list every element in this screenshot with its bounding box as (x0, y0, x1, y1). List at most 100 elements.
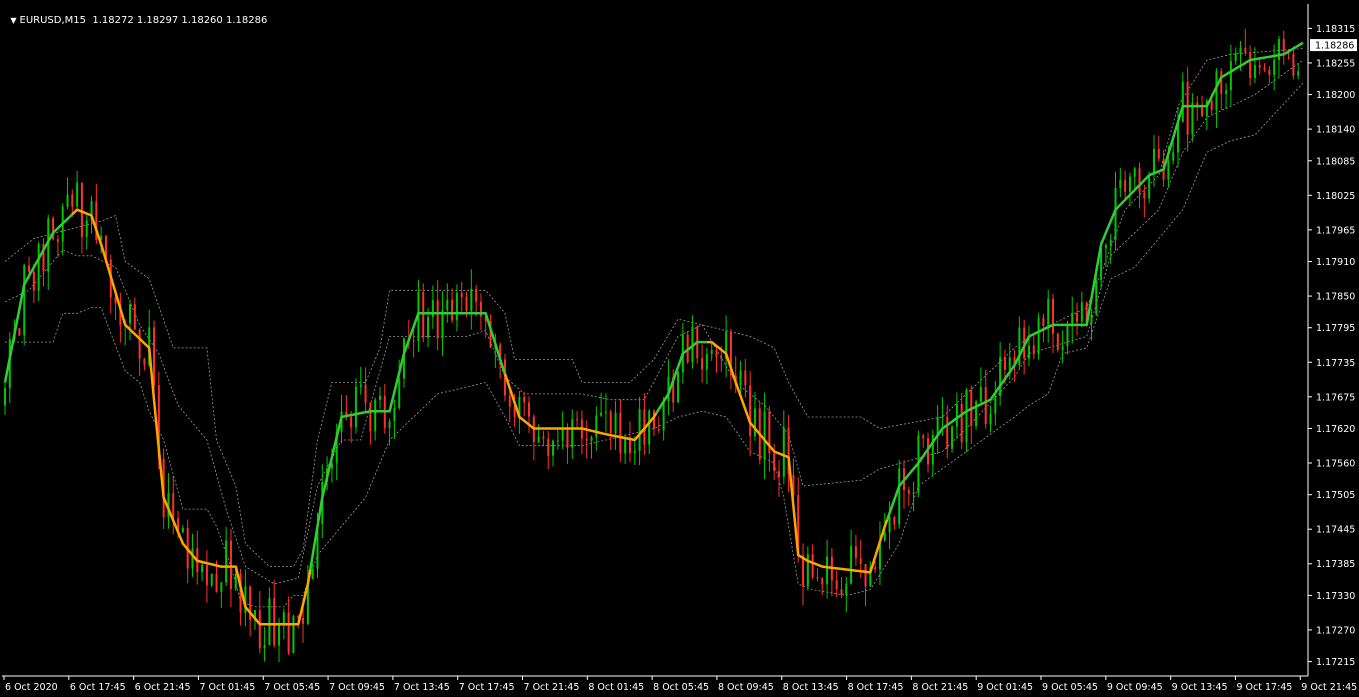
candle-body (1080, 302, 1083, 322)
y-tick-label: 1.17910 (1316, 257, 1355, 268)
candle-body (912, 492, 915, 494)
candle-body (1210, 100, 1213, 110)
candle-body (1157, 148, 1160, 159)
x-tick-label: 6 Oct 2020 (5, 682, 58, 693)
candle-body (378, 395, 381, 400)
candle-body (1249, 52, 1252, 78)
candle-body (1143, 192, 1146, 199)
candle-body (220, 582, 223, 592)
candle-body (898, 468, 901, 525)
candle-body (369, 402, 372, 432)
candle-body (364, 384, 367, 403)
candle-body (840, 589, 843, 595)
candle-body (1128, 176, 1131, 192)
candle-body (984, 387, 987, 425)
candle-body (32, 271, 35, 291)
candle-body (739, 370, 742, 386)
candle-body (225, 540, 228, 583)
candle-body (1263, 67, 1266, 70)
x-tick-label: 8 Oct 01:45 (588, 682, 644, 693)
candle-body (229, 540, 232, 589)
candle-body (37, 244, 40, 291)
candle-body (292, 615, 295, 653)
candle-body (955, 404, 958, 427)
candle-body (595, 415, 598, 438)
x-tick-label: 7 Oct 01:45 (199, 682, 255, 693)
candle-body (1109, 239, 1112, 245)
candle-body (585, 438, 588, 441)
candle-body (749, 385, 752, 437)
candle-body (576, 419, 579, 421)
candle-body (66, 194, 69, 207)
candle-body (845, 583, 848, 595)
candle-body (1052, 298, 1055, 334)
candle-body (1124, 179, 1127, 192)
y-tick-label: 1.17965 (1316, 225, 1355, 236)
candle-body (1042, 317, 1045, 327)
y-tick-label: 1.17505 (1316, 490, 1355, 501)
dropdown-triangle-icon[interactable]: ▼ (10, 16, 16, 25)
symbol-label: EURUSD,M15 (19, 15, 86, 26)
y-tick-label: 1.18140 (1316, 125, 1355, 136)
x-tick-label: 7 Oct 21:45 (524, 682, 580, 693)
candle-body (354, 386, 357, 428)
candle-body (234, 574, 237, 589)
candle-body (864, 564, 867, 587)
candle-body (465, 296, 468, 311)
y-tick-label: 1.17795 (1316, 323, 1355, 334)
candle-body (677, 372, 680, 403)
candle-body (753, 408, 756, 437)
candle-body (1225, 90, 1228, 94)
y-tick-label: 1.17735 (1316, 358, 1355, 369)
candle-body (28, 265, 31, 272)
candle-body (566, 428, 569, 448)
x-tick-label: 9 Oct 21:45 (1301, 682, 1357, 693)
x-tick-label: 8 Oct 13:45 (783, 682, 839, 693)
candle-body (941, 416, 944, 418)
candle-body (1186, 81, 1189, 135)
candle-body (1258, 65, 1261, 68)
x-tick-label: 7 Oct 13:45 (394, 682, 450, 693)
candle-body (951, 426, 954, 449)
y-tick-label: 1.17675 (1316, 392, 1355, 403)
candle-body (1191, 102, 1194, 135)
candle-body (71, 194, 74, 207)
candle-body (1037, 317, 1040, 355)
candle-body (874, 567, 877, 570)
candle-body (648, 410, 651, 445)
x-tick-label: 9 Oct 13:45 (1172, 682, 1228, 693)
trend-line (3, 41, 1304, 626)
y-tick-label: 1.18085 (1316, 156, 1355, 167)
candle-body (1027, 345, 1030, 359)
x-tick-label: 9 Oct 17:45 (1236, 682, 1292, 693)
x-tick-label: 8 Oct 17:45 (848, 682, 904, 693)
trend-segment-up (309, 312, 507, 570)
candle-body (1104, 244, 1107, 249)
y-tick-label: 1.18200 (1316, 90, 1355, 101)
candle-body (946, 416, 949, 449)
candle-body (523, 396, 526, 403)
candle-body (561, 428, 564, 441)
candle-body (475, 288, 478, 302)
x-tick-label: 8 Oct 09:45 (718, 682, 774, 693)
candle-body (609, 411, 612, 434)
candle-body (965, 389, 968, 443)
candle-body (273, 598, 276, 646)
candle-body (907, 489, 910, 494)
candle-body (201, 564, 204, 573)
candle-body (782, 427, 785, 477)
candle-body (1172, 152, 1175, 161)
candle-body (268, 598, 271, 646)
candle-body (412, 340, 415, 342)
candle-body (1181, 81, 1184, 122)
x-tick-label: 7 Oct 17:45 (459, 682, 515, 693)
trend-segment-up (655, 340, 707, 414)
candle-body (1138, 168, 1141, 193)
candle-body (422, 291, 425, 338)
candle-body (542, 436, 545, 439)
candle-body (633, 450, 636, 454)
axes: 1.18315 1.18255 1.18200 1.18140 1.18085 1.180… (2, 4, 1357, 693)
candle-body (821, 578, 824, 585)
candle-body (1148, 174, 1151, 199)
candle-body (816, 577, 819, 579)
